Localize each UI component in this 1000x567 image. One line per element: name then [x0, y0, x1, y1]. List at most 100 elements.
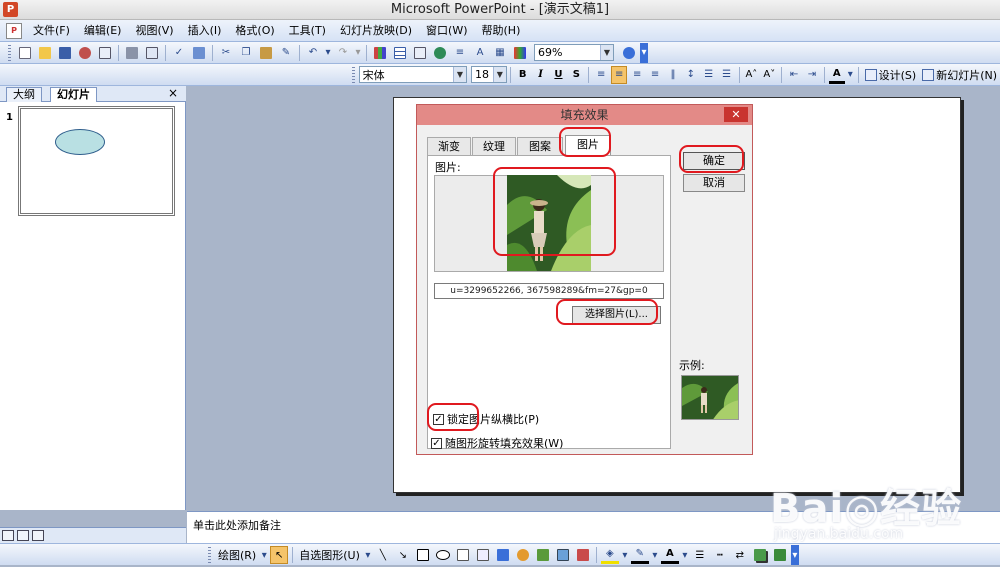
distributed-icon[interactable]: ‖ [665, 66, 681, 84]
chevron-down-icon[interactable]: ▼ [492, 67, 506, 82]
cut-icon[interactable]: ✂ [217, 44, 235, 62]
align-right-icon[interactable]: ≡ [629, 66, 645, 84]
picture-icon[interactable] [554, 546, 572, 564]
vertical-textbox-icon[interactable] [474, 546, 492, 564]
italic-button[interactable]: I [533, 66, 549, 84]
menu-help[interactable]: 帮助(H) [475, 20, 528, 42]
new-file-icon[interactable] [16, 44, 34, 62]
tab-gradient[interactable]: 渐变 [427, 137, 471, 155]
arrow-style-icon[interactable]: ⇄ [731, 546, 749, 564]
close-icon[interactable]: × [168, 86, 178, 101]
copy-icon[interactable]: ❐ [237, 44, 255, 62]
insert-table-icon[interactable] [391, 44, 409, 62]
menu-insert[interactable]: 插入(I) [181, 20, 229, 42]
insert-chart-icon[interactable] [371, 44, 389, 62]
permission-icon[interactable] [76, 44, 94, 62]
color-grayscale-icon[interactable] [511, 44, 529, 62]
design-button[interactable]: 设计(S) [862, 67, 920, 83]
normal-view-icon[interactable] [2, 530, 14, 541]
toolbar-options-icon[interactable]: ▾ [640, 42, 648, 63]
font-size-combo[interactable]: 18 ▼ [470, 66, 507, 83]
bullets-icon[interactable]: ☰ [719, 66, 735, 84]
underline-button[interactable]: U [551, 66, 567, 84]
expand-all-icon[interactable]: ≡ [451, 44, 469, 62]
rotate-fill-checkbox[interactable]: ✓ 随图形旋转填充效果(W) [431, 435, 563, 451]
format-painter-icon[interactable]: ✎ [277, 44, 295, 62]
decrease-indent-icon[interactable]: ⇤ [786, 66, 802, 84]
shadow-button[interactable]: S [568, 66, 584, 84]
tables-borders-icon[interactable] [411, 44, 429, 62]
insert-hyperlink-icon[interactable] [431, 44, 449, 62]
fill-dropdown-icon[interactable]: ▾ [621, 546, 629, 564]
font-color-dropdown-icon[interactable]: ▾ [847, 66, 854, 84]
show-grid-icon[interactable]: ▦ [491, 44, 509, 62]
close-icon[interactable]: ✕ [724, 107, 748, 122]
menu-slideshow[interactable]: 幻灯片放映(D) [333, 20, 419, 42]
textbox-icon[interactable] [454, 546, 472, 564]
slide-thumbnail[interactable] [18, 106, 175, 216]
checkmark-icon[interactable]: ✓ [431, 437, 442, 449]
toolbar-grip[interactable] [352, 66, 355, 83]
slideshow-view-icon[interactable] [32, 530, 44, 541]
line-color-dropdown-icon[interactable]: ▾ [651, 546, 659, 564]
justify-icon[interactable]: ≡ [647, 66, 663, 84]
toolbar-grip[interactable] [208, 547, 211, 563]
font-color-button[interactable]: A [828, 66, 845, 84]
toolbar-grip[interactable] [8, 44, 11, 61]
dash-style-icon[interactable]: ┅ [711, 546, 729, 564]
menu-edit[interactable]: 编辑(E) [77, 20, 129, 42]
tab-picture[interactable]: 图片 [565, 135, 611, 156]
new-slide-button[interactable]: 新幻灯片(N) [919, 67, 1000, 83]
clipart-icon[interactable] [534, 546, 552, 564]
fill-color-icon[interactable]: ◈ [600, 546, 619, 564]
draw-menu-button[interactable]: 绘图(R) [215, 547, 259, 563]
cancel-button[interactable]: 取消 [683, 174, 745, 192]
powerpoint-app-icon[interactable]: P [3, 2, 18, 17]
diagram-icon[interactable] [514, 546, 532, 564]
align-left-icon[interactable]: ≡ [593, 66, 609, 84]
email-icon[interactable] [96, 44, 114, 62]
tab-slides[interactable]: 幻灯片 [50, 87, 97, 102]
menu-tools[interactable]: 工具(T) [282, 20, 333, 42]
line-color-icon[interactable]: ✎ [630, 546, 649, 564]
increase-font-icon[interactable]: A˄ [743, 66, 759, 84]
spelling-icon[interactable]: ✓ [170, 44, 188, 62]
select-arrow-icon[interactable]: ↖ [270, 546, 289, 564]
undo-icon[interactable]: ↶ [304, 44, 322, 62]
font-color-icon[interactable]: A [660, 546, 679, 564]
oval-icon[interactable] [434, 546, 452, 564]
ok-button[interactable]: 确定 [683, 152, 745, 170]
draw-dropdown-icon[interactable]: ▾ [260, 546, 268, 564]
line-spacing-icon[interactable]: ↕ [683, 66, 699, 84]
chevron-down-icon[interactable]: ▼ [452, 67, 466, 82]
slide-sorter-icon[interactable] [17, 530, 29, 541]
rectangle-icon[interactable] [414, 546, 432, 564]
tab-texture[interactable]: 纹理 [472, 137, 516, 155]
font-combo[interactable]: 宋体 ▼ [358, 66, 467, 83]
save-icon[interactable] [56, 44, 74, 62]
line-icon[interactable]: ╲ [374, 546, 392, 564]
menu-window[interactable]: 窗口(W) [419, 20, 474, 42]
help-icon[interactable] [620, 44, 638, 62]
document-icon[interactable]: P [6, 22, 22, 39]
insert-picture-icon[interactable] [574, 546, 592, 564]
select-picture-button[interactable]: 选择图片(L)... [572, 306, 661, 324]
tab-pattern[interactable]: 图案 [517, 137, 563, 155]
align-center-icon[interactable]: ≡ [611, 65, 628, 84]
wordart-icon[interactable] [494, 546, 512, 564]
menu-file[interactable]: 文件(F) [26, 20, 77, 42]
zoom-combo[interactable]: 69% ▼ [534, 44, 614, 61]
autoshapes-dropdown-icon[interactable]: ▾ [364, 546, 372, 564]
increase-indent-icon[interactable]: ⇥ [804, 66, 820, 84]
show-formatting-icon[interactable]: A [471, 44, 489, 62]
menu-view[interactable]: 视图(V) [128, 20, 180, 42]
arrow-icon[interactable]: ↘ [394, 546, 412, 564]
chevron-down-icon[interactable]: ▼ [600, 45, 613, 60]
undo-dropdown-icon[interactable]: ▾ [324, 44, 332, 62]
print-preview-icon[interactable] [143, 44, 161, 62]
print-icon[interactable] [123, 44, 141, 62]
checkmark-icon[interactable]: ✓ [433, 413, 444, 425]
lock-aspect-checkbox[interactable]: ✓ 锁定图片纵横比(P) [433, 411, 539, 427]
redo-icon[interactable]: ↷ [334, 44, 352, 62]
open-folder-icon[interactable] [36, 44, 54, 62]
